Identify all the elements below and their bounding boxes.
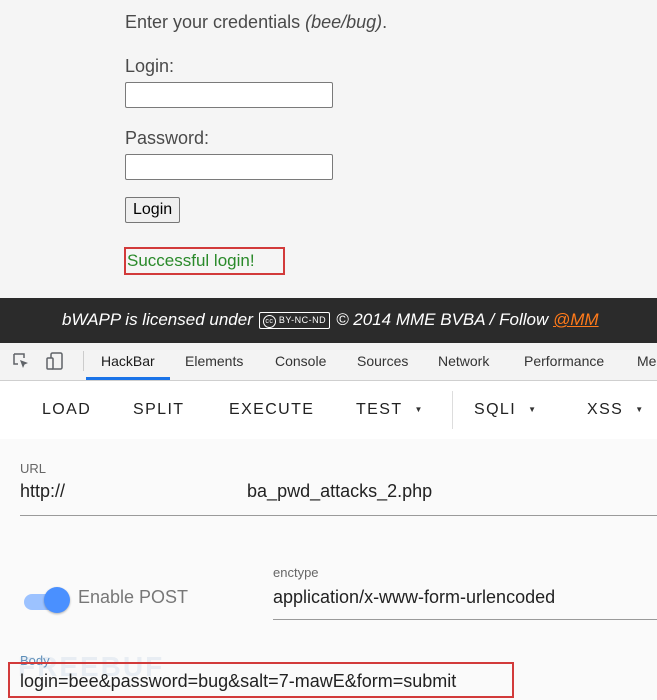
- test-dropdown[interactable]: TEST ▼: [356, 401, 424, 419]
- tab-console[interactable]: Console: [275, 353, 326, 369]
- devtools-panel: HackBar Elements Console Sources Network…: [0, 343, 657, 700]
- password-input[interactable]: [125, 154, 333, 180]
- enctype-label: enctype: [273, 565, 319, 580]
- url-field[interactable]: http://ba_pwd_attacks_2.php: [20, 481, 432, 502]
- url-underline: [20, 515, 657, 516]
- hackbar-form: URL http://ba_pwd_attacks_2.php Enable P…: [0, 439, 657, 700]
- login-input[interactable]: [125, 82, 333, 108]
- login-button[interactable]: Login: [125, 197, 181, 223]
- login-page: Enter your credentials (bee/bug). Login:…: [0, 0, 657, 298]
- tab-elements[interactable]: Elements: [185, 353, 243, 369]
- success-message: Successful login!: [124, 247, 285, 275]
- toolbar-divider: [452, 391, 453, 429]
- url-label: URL: [20, 461, 47, 476]
- credentials-hint: (bee/bug): [305, 12, 383, 32]
- tab-sources[interactable]: Sources: [357, 353, 408, 369]
- caret-down-icon: ▼: [635, 405, 645, 415]
- enctype-underline: [273, 619, 657, 620]
- cc-license-badge[interactable]: cc BY-NC-ND: [258, 312, 331, 329]
- license-bar: bWAPP is licensed under cc BY-NC-ND © 2014 …: [0, 298, 657, 343]
- tab-network[interactable]: Network: [438, 353, 489, 369]
- enctype-select[interactable]: application/x-www-form-urlencoded: [273, 587, 555, 608]
- cc-icon: cc: [262, 314, 276, 328]
- login-label: Login:: [125, 56, 175, 76]
- hackbar-toolbar: LOAD SPLIT EXECUTE TEST ▼ SQLI ▼ XSS ▼: [0, 381, 657, 439]
- license-text: bWAPP is licensed under cc BY-NC-ND © 2014 …: [62, 310, 599, 329]
- load-button[interactable]: LOAD: [42, 401, 91, 419]
- tabbar-divider: [83, 351, 84, 371]
- caret-down-icon: ▼: [528, 405, 538, 415]
- device-toolbar-icon[interactable]: [46, 352, 64, 370]
- password-label: Password:: [125, 128, 210, 148]
- sqli-dropdown[interactable]: SQLI ▼: [474, 401, 537, 419]
- tab-performance[interactable]: Performance: [524, 353, 604, 369]
- split-button[interactable]: SPLIT: [133, 401, 184, 419]
- execute-button[interactable]: EXECUTE: [229, 401, 314, 419]
- toggle-knob[interactable]: [44, 587, 70, 613]
- credentials-intro: Enter your credentials (bee/bug).: [125, 12, 388, 32]
- tab-more[interactable]: Me: [637, 353, 656, 369]
- xss-dropdown[interactable]: XSS ▼: [587, 401, 645, 419]
- active-tab-indicator: [86, 377, 170, 380]
- devtools-tabbar: HackBar Elements Console Sources Network…: [0, 343, 657, 381]
- enable-post-label: Enable POST: [78, 587, 189, 607]
- caret-down-icon: ▼: [414, 405, 424, 415]
- inspect-element-icon[interactable]: [12, 352, 30, 370]
- body-highlight-box: [8, 662, 514, 698]
- tab-hackbar[interactable]: HackBar: [101, 353, 155, 369]
- follow-link[interactable]: @MM: [553, 310, 599, 329]
